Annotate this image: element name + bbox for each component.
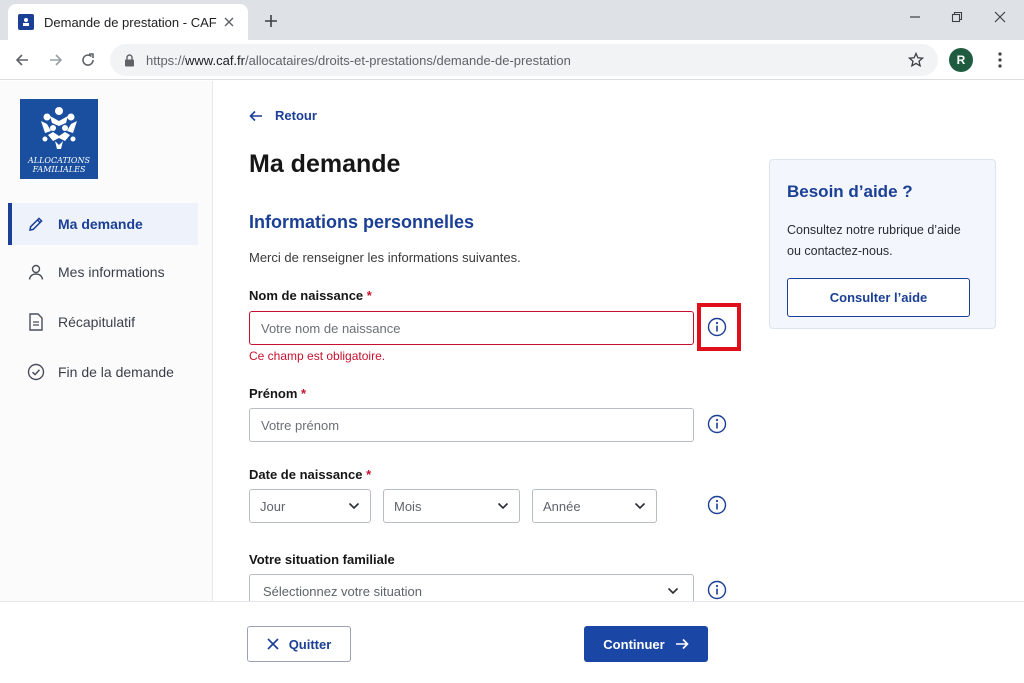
family-status-placeholder: Sélectionnez votre situation [263,583,422,599]
arrow-left-icon [249,110,262,121]
tab-title: Demande de prestation - CAF [44,14,217,30]
sidebar-item-mes-informations[interactable]: Mes informations [8,251,198,293]
sidebar-item-fin-de-la-demande[interactable]: Fin de la demande [8,351,198,393]
sidebar-item-ma-demande[interactable]: Ma demande [8,203,198,245]
first-name-input[interactable]: Votre prénom [249,408,694,442]
continue-button-label: Continuer [603,636,665,652]
back-link[interactable]: Retour [249,108,317,123]
continue-button[interactable]: Continuer [584,626,708,662]
reload-icon[interactable] [74,46,102,74]
first-name-placeholder: Votre prénom [261,417,340,433]
birth-date-info-icon[interactable] [707,495,727,515]
user-icon [26,262,46,282]
help-text: Consultez notre rubrique d’aide ou conta… [787,223,961,258]
birth-year-select[interactable]: Année [532,489,657,523]
arrow-right-icon [675,638,689,650]
birth-name-input[interactable]: Votre nom de naissance [249,311,694,345]
caf-favicon-icon [18,14,34,30]
section-title: Informations personnelles [249,212,475,232]
check-circle-icon [26,362,46,382]
required-marker: * [366,467,372,482]
forward-arrow-icon[interactable] [42,46,70,74]
help-card: Besoin d’aide ? Consultez notre rubrique… [769,159,996,329]
birth-name-error: Ce champ est obligatoire. [249,349,386,363]
browser-tab[interactable]: Demande de prestation - CAF [8,4,248,40]
family-status-label: Votre situation familiale [249,552,395,567]
sidebar-item-label: Récapitulatif [58,314,136,330]
footer-bar: Quitter Continuer [0,601,1024,683]
page-title: Ma demande [249,150,401,178]
chevron-down-icon [348,502,360,510]
help-title: Besoin d’aide ? [787,182,913,201]
birth-month-select[interactable]: Mois [383,489,520,523]
chevron-down-icon [634,502,646,510]
birth-name-placeholder: Votre nom de naissance [261,320,401,336]
required-marker: * [301,386,307,401]
sidebar-item-label: Ma demande [58,216,143,232]
birth-day-value: Jour [260,498,286,514]
birth-name-label: Nom de naissance * [249,288,372,303]
new-tab-icon[interactable] [258,8,284,34]
close-tab-icon[interactable] [220,13,238,31]
caf-logo[interactable]: ALLOCATIONS FAMILIALES [20,99,98,179]
intro-text: Merci de renseigner les informations sui… [249,250,521,265]
sidebar-item-label: Fin de la demande [58,364,174,380]
family-status-info-icon[interactable] [707,580,727,600]
restore-icon[interactable] [937,4,977,30]
browser-toolbar: https://www.caf.fr/allocataires/droits-e… [0,40,1024,80]
logo-text-line2: FAMILIALES [32,165,86,174]
required-marker: * [366,288,372,303]
quit-button-label: Quitter [288,636,332,652]
back-arrow-icon[interactable] [8,46,36,74]
browser-menu-icon[interactable] [988,48,1012,72]
document-icon [26,312,46,332]
back-link-label: Retour [275,108,317,123]
close-icon [267,638,279,650]
chevron-down-icon [497,502,509,510]
birth-month-value: Mois [394,498,422,514]
lock-icon [122,53,136,67]
sidebar-item-label: Mes informations [58,264,165,280]
sidebar: ALLOCATIONS FAMILIALES Ma demande Mes in… [0,81,213,601]
birth-day-select[interactable]: Jour [249,489,371,523]
consult-help-button[interactable]: Consulter l’aide [787,278,970,317]
first-name-label: Prénom * [249,386,307,401]
info-icon-highlight-box [697,303,741,351]
logo-text-line1: ALLOCATIONS [28,156,90,165]
minimize-icon[interactable] [895,4,935,30]
family-logo-icon [41,107,77,149]
birth-year-value: Année [543,498,581,514]
sidebar-item-recapitulatif[interactable]: Récapitulatif [8,301,198,343]
browser-tabstrip: Demande de prestation - CAF [0,0,1024,40]
bookmark-star-icon[interactable] [906,50,926,70]
close-window-icon[interactable] [980,4,1020,30]
birth-date-label: Date de naissance * [249,467,372,482]
quit-button[interactable]: Quitter [247,626,351,662]
first-name-info-icon[interactable] [707,414,727,434]
chevron-down-icon [667,587,679,595]
pencil-icon [26,214,46,234]
url-text: https://www.caf.fr/allocataires/droits-e… [146,52,571,68]
address-bar[interactable]: https://www.caf.fr/allocataires/droits-e… [110,44,938,76]
profile-avatar[interactable]: R [949,48,973,72]
